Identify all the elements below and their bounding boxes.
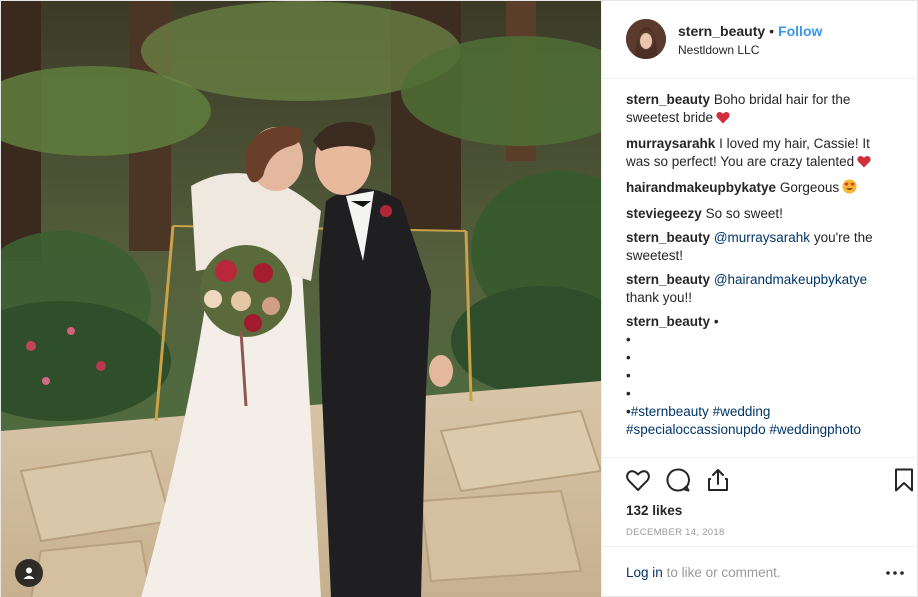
login-link[interactable]: Log in [626,565,663,580]
comment-icon[interactable] [664,466,692,494]
comment: stern_beauty @hairandmakeupbykatye thank… [626,271,896,307]
instagram-post: stern_beauty • Follow Nestldown LLC stern_… [0,0,918,597]
heart-icon[interactable] [624,466,652,494]
post-header: stern_beauty • Follow Nestldown LLC [602,1,918,79]
dot-line: • [626,368,631,383]
comment-text: So so sweet! [705,206,783,221]
comment-username[interactable]: stern_beauty [626,314,710,329]
comments-list: stern_beauty Boho bridal hair for the sw… [626,91,896,445]
comment-username[interactable]: steviegeezy [626,206,702,221]
header-username[interactable]: stern_beauty [678,23,765,39]
comment: stern_beauty Boho bridal hair for the sw… [626,91,896,129]
wedding-photo-illustration [1,1,601,597]
comment: murraysarahk I loved my hair, Cassie! It… [626,135,896,173]
dot-line: •#sternbeauty #wedding [626,404,771,419]
dot-line: • [626,350,631,365]
share-icon[interactable] [704,466,732,494]
follow-button[interactable]: Follow [778,23,822,39]
bookmark-icon[interactable] [890,466,918,494]
avatar[interactable] [626,19,666,59]
hashtag-link[interactable]: #specialoccassionupdo [626,422,766,437]
header-separator: • [769,23,775,39]
red-heart-icon [857,155,871,173]
hashtag-link[interactable]: #wedding [713,404,771,419]
location-link[interactable]: Nestldown LLC [678,43,759,57]
more-options-icon[interactable] [882,560,908,586]
comment-text: • [713,314,719,329]
comment-username[interactable]: murraysarahk [626,136,715,151]
hashtag-link[interactable]: #sternbeauty [631,404,709,419]
comment-username[interactable]: stern_beauty [626,92,710,107]
heart-eyes-emoji-icon [842,179,857,199]
post-actions: 132 likes December 14, 2018 Log in to li… [602,457,918,597]
comment-mention[interactable]: @murraysarahk [714,230,810,245]
header-user-line: stern_beauty • Follow [678,23,822,39]
comment-text: thank you!! [626,290,693,305]
login-prompt-text: to like or comment. [666,565,781,580]
comment-username[interactable]: stern_beauty [626,230,710,245]
dot-line: • [626,332,631,347]
comment-mention[interactable]: @hairandmakeupbykatye [714,272,867,287]
likes-count[interactable]: 132 likes [626,503,682,518]
red-heart-icon [716,111,730,129]
comment: steviegeezy So so sweet! [626,205,896,223]
add-comment-section: Log in to like or comment. [602,546,918,597]
hashtag-line: #specialoccassionupdo #weddingphoto [626,421,896,439]
post-date[interactable]: December 14, 2018 [626,527,725,538]
comment-username[interactable]: hairandmakeupbykatye [626,180,776,195]
comment: stern_beauty • • • • • •#sternbeauty #we… [626,313,896,439]
comment-username[interactable]: stern_beauty [626,272,710,287]
login-prompt: Log in to like or comment. [626,565,781,580]
dot-line: • [626,386,631,401]
post-sidebar: stern_beauty • Follow Nestldown LLC stern_… [601,1,918,597]
user-tag-button[interactable] [15,559,43,587]
comment-text: Gorgeous [779,180,840,195]
hashtag-link[interactable]: #weddingphoto [769,422,861,437]
post-photo[interactable] [1,1,601,597]
comment: stern_beauty @murraysarahk you're the sw… [626,229,896,265]
action-icons [624,466,913,494]
comment: hairandmakeupbykatye Gorgeous [626,179,896,199]
user-tag-icon [22,566,36,580]
